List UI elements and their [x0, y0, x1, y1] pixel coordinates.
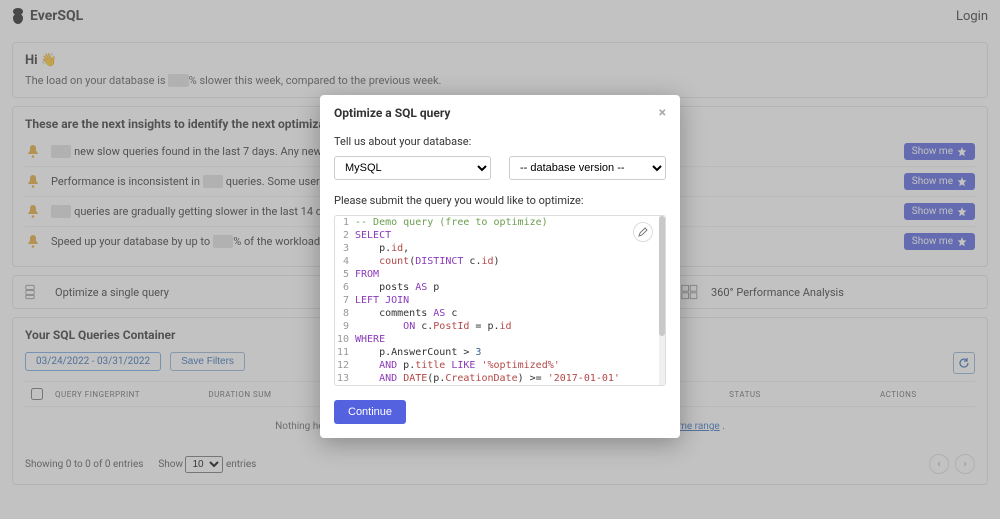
submit-label: Please submit the query you would like t… [334, 194, 666, 207]
modal-overlay: Optimize a SQL query × Tell us about you… [0, 0, 1000, 519]
code-line[interactable]: AND p.title LIKE '%optimized%' [355, 359, 570, 372]
sql-editor[interactable]: 1-- Demo query (free to optimize)2SELECT… [334, 215, 666, 386]
code-line[interactable]: AND DATE(p.CreationDate) >= '2017-01-01' [355, 372, 630, 385]
close-icon[interactable]: × [659, 105, 666, 121]
db-engine-select[interactable]: MySQL [334, 156, 491, 180]
db-version-select[interactable]: -- database version -- [509, 156, 666, 180]
db-label: Tell us about your database: [334, 135, 666, 148]
code-line[interactable]: ON c.PostId = p.id [355, 320, 522, 333]
code-line[interactable]: -- Demo query (free to optimize) [355, 216, 558, 229]
code-line[interactable]: WHERE [355, 333, 395, 346]
optimize-modal: Optimize a SQL query × Tell us about you… [320, 95, 680, 438]
code-line[interactable]: p.id, [355, 242, 419, 255]
edit-code-button[interactable] [633, 222, 653, 242]
modal-title: Optimize a SQL query [334, 106, 450, 120]
code-line[interactable]: FROM [355, 268, 389, 281]
code-line[interactable]: posts AS p [355, 281, 449, 294]
pencil-icon [638, 227, 648, 237]
continue-button[interactable]: Continue [334, 400, 406, 424]
code-line[interactable]: comments AS c [355, 307, 467, 320]
code-line[interactable]: SELECT [355, 229, 401, 242]
code-line[interactable]: LEFT JOIN [355, 294, 419, 307]
code-line[interactable]: count(DISTINCT c.id) [355, 255, 510, 268]
code-line[interactable]: p.AnswerCount > 3 [355, 346, 491, 359]
editor-scrollbar[interactable] [659, 216, 665, 385]
